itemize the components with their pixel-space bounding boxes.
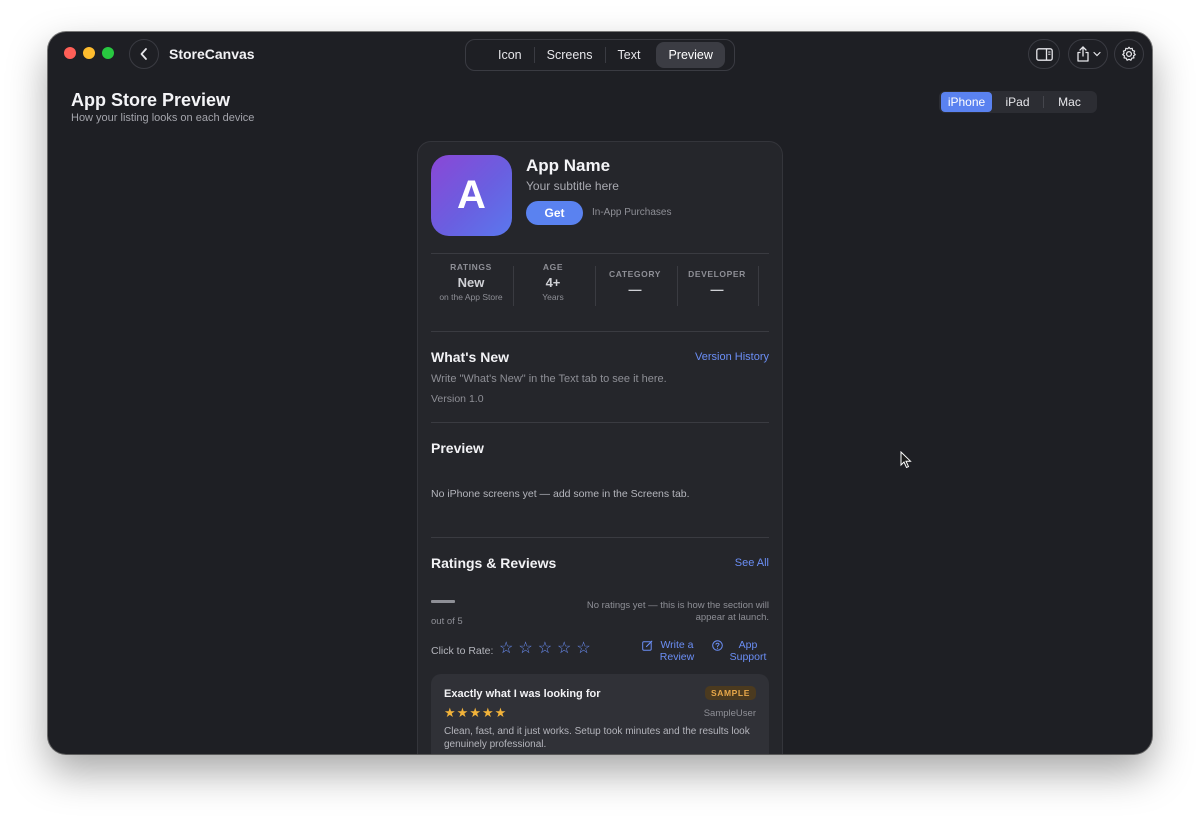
star-filled-icon: ★ <box>494 705 508 720</box>
stat-value: 4+ <box>545 275 561 290</box>
stat-key: RATINGS <box>450 262 492 272</box>
page-subtitle: How your listing looks on each device <box>71 112 255 124</box>
app-support-label: App Support <box>729 639 767 663</box>
whats-new-title: What's New <box>431 349 510 365</box>
question-circle-icon <box>712 640 723 651</box>
get-button[interactable]: Get <box>526 201 583 225</box>
average-rating-placeholder <box>431 600 455 603</box>
divider <box>431 537 769 538</box>
click-to-rate-label: Click to Rate: <box>431 645 494 657</box>
device-option-ipad[interactable]: iPad <box>992 92 1043 112</box>
preview-title: Preview <box>431 440 484 456</box>
review-stars: ★★★★★ <box>444 705 507 721</box>
version-label: Version 1.0 <box>431 393 484 405</box>
write-review-action[interactable]: Write a Review <box>642 639 696 663</box>
app-support-action[interactable]: App Support <box>712 639 768 663</box>
page-title: App Store Preview <box>71 90 231 110</box>
window-controls <box>64 47 114 59</box>
rate-stars: ☆ ☆ ☆ ☆ ☆ <box>499 641 591 657</box>
out-of-label: out of 5 <box>431 616 463 627</box>
star-outline-icon[interactable]: ☆ <box>576 641 590 657</box>
stat-developer: DEVELOPER — <box>676 269 758 297</box>
stat-value: New <box>457 275 485 290</box>
sidebar-toggle-button[interactable] <box>1028 39 1060 69</box>
device-option-mac[interactable]: Mac <box>1044 92 1095 112</box>
sample-review-card: Exactly what I was looking for SAMPLE ★★… <box>431 674 769 754</box>
star-outline-icon[interactable]: ☆ <box>557 641 571 657</box>
app-subtitle: Your subtitle here <box>526 179 619 193</box>
sample-badge: SAMPLE <box>704 686 756 700</box>
no-ratings-text: No ratings yet — this is how the section… <box>586 600 769 623</box>
star-filled-icon: ★ <box>469 705 482 720</box>
stat-value: — <box>710 282 724 297</box>
device-option-iphone[interactable]: iPhone <box>941 92 992 112</box>
stat-key: CATEGORY <box>608 269 662 279</box>
app-icon: A <box>431 155 512 236</box>
star-outline-icon[interactable]: ☆ <box>499 641 513 657</box>
whats-new-placeholder: Write "What's New" in the Text tab to se… <box>431 373 667 385</box>
preview-empty-text: No iPhone screens yet — add some in the … <box>431 488 690 500</box>
minimize-window-button[interactable] <box>83 47 95 59</box>
stat-sub: Years <box>542 292 564 302</box>
app-window: StoreCanvas Icon Screens Text Preview Ap… <box>48 32 1152 754</box>
star-filled-icon: ★ <box>444 705 457 720</box>
zoom-window-button[interactable] <box>102 47 114 59</box>
in-app-purchases-label: In-App Purchases <box>592 207 672 218</box>
stat-key: DEVELOPER <box>688 269 746 279</box>
review-title: Exactly what I was looking for <box>444 688 601 700</box>
review-body: Clean, fast, and it just works. Setup to… <box>444 726 750 750</box>
stat-sub: on the App Store <box>439 292 503 302</box>
share-menu-button[interactable] <box>1068 39 1108 69</box>
app-store-preview-card: A App Name Your subtitle here Get In-App… <box>417 141 783 754</box>
sidebar-toggle-icon <box>1035 47 1053 61</box>
divider <box>431 331 769 332</box>
star-filled-icon: ★ <box>481 705 495 720</box>
review-user: SampleUser <box>703 708 756 719</box>
tab-text[interactable]: Text <box>606 42 653 68</box>
tab-icon[interactable]: Icon <box>486 42 534 68</box>
mouse-pointer-icon <box>900 451 912 469</box>
stat-category: CATEGORY — <box>594 269 676 297</box>
share-icon <box>1076 46 1089 62</box>
star-outline-icon[interactable]: ☆ <box>518 641 532 657</box>
tab-preview[interactable]: Preview <box>656 42 725 68</box>
divider <box>431 422 769 423</box>
star-filled-icon: ★ <box>456 705 470 720</box>
stat-key: AGE <box>542 262 564 272</box>
title-bar: StoreCanvas Icon Screens Text Preview <box>48 32 1152 78</box>
compose-icon <box>642 640 653 651</box>
chevron-down-icon <box>1092 51 1101 57</box>
see-all-link[interactable]: See All <box>735 557 769 569</box>
main-tab-bar: Icon Screens Text Preview <box>465 39 735 71</box>
app-title: StoreCanvas <box>169 46 255 62</box>
close-window-button[interactable] <box>64 47 76 59</box>
settings-button[interactable] <box>1114 39 1144 69</box>
gear-icon <box>1122 46 1136 61</box>
divider <box>431 253 769 254</box>
write-review-label: Write a Review <box>659 639 695 663</box>
back-button[interactable] <box>129 39 159 69</box>
stat-ratings: RATINGS New on the App Store <box>430 262 512 302</box>
tab-screens[interactable]: Screens <box>535 42 605 68</box>
star-outline-icon[interactable]: ☆ <box>538 641 552 657</box>
version-history-link[interactable]: Version History <box>695 351 769 363</box>
device-selector: iPhone iPad Mac <box>939 91 1097 113</box>
stat-separator <box>758 266 759 306</box>
chevron-left-icon <box>140 48 147 60</box>
stat-age: AGE 4+ Years <box>512 262 594 302</box>
ratings-title: Ratings & Reviews <box>431 555 557 571</box>
stat-value: — <box>628 282 642 297</box>
app-name: App Name <box>526 156 611 175</box>
